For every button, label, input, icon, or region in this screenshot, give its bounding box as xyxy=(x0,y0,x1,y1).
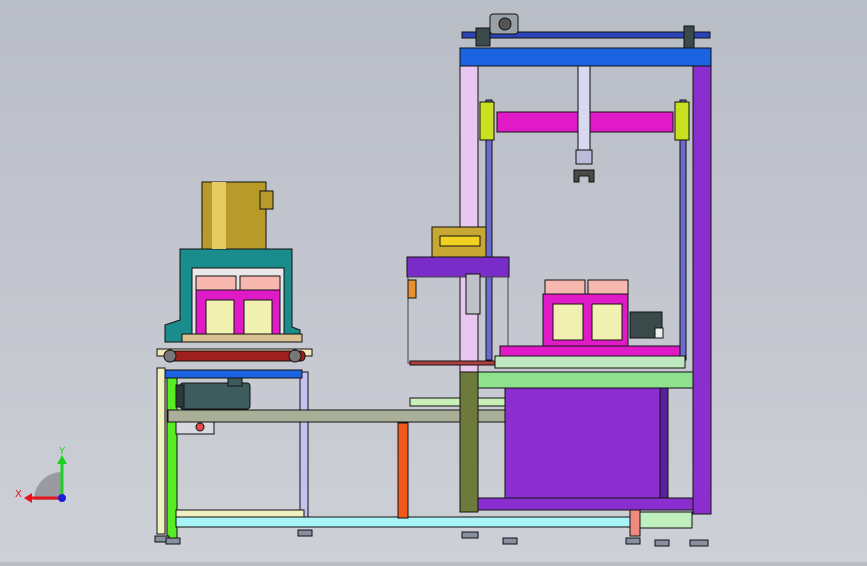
tower-top-beam xyxy=(459,47,712,67)
foot xyxy=(654,539,670,547)
conveyor-sensor-bar xyxy=(409,397,506,407)
cad-viewport[interactable]: Y X xyxy=(0,0,867,562)
foot xyxy=(165,537,181,545)
tower-motor-end xyxy=(498,17,512,31)
z-axis-dot xyxy=(58,494,66,502)
right-cell-a xyxy=(552,303,584,341)
foot xyxy=(502,537,518,545)
triad-shadow xyxy=(34,472,62,500)
left-tray-base xyxy=(181,333,303,343)
left-roller xyxy=(164,350,306,362)
right-bottom-beam xyxy=(477,497,694,511)
press-gold-band xyxy=(439,235,481,247)
left-cylinder-box xyxy=(259,190,274,210)
x-axis-label: X xyxy=(15,489,22,500)
right-green-foot xyxy=(639,511,693,529)
left-roller-end-b xyxy=(288,349,302,363)
left-control-knob xyxy=(195,422,205,432)
left-motor-box xyxy=(227,377,243,387)
right-table-top xyxy=(477,371,694,389)
right-pink-block-a xyxy=(544,279,586,295)
right-slider xyxy=(465,273,481,315)
press-purple-plate xyxy=(406,256,510,278)
axes-triad: Y X xyxy=(15,446,67,503)
left-roller-end-a xyxy=(163,349,177,363)
leveling-feet xyxy=(154,529,709,547)
left-pink-block-a xyxy=(195,275,237,291)
actuator-rod xyxy=(577,65,591,157)
left-gold-cylinder xyxy=(201,181,267,250)
right-tray-rail xyxy=(494,355,686,369)
left-rear-leg xyxy=(299,371,309,523)
left-station xyxy=(156,181,313,539)
tower-shaft-bracket-right xyxy=(683,25,695,49)
left-cell-a xyxy=(205,299,235,335)
press-frame xyxy=(407,276,509,364)
right-pink-block-b xyxy=(587,279,629,295)
left-motor-end xyxy=(175,384,185,408)
tower-right-column xyxy=(692,47,712,515)
foot xyxy=(625,537,641,545)
x-arrowhead xyxy=(24,493,32,503)
gripper xyxy=(573,169,595,183)
actuator-head xyxy=(575,149,593,165)
foot xyxy=(689,539,709,547)
gantry-side-right xyxy=(674,101,690,141)
tower-shaft-bracket-left xyxy=(475,27,491,47)
tower-olive-column xyxy=(459,371,479,513)
y-axis-label: Y xyxy=(58,446,66,457)
press-indicator xyxy=(407,279,417,299)
right-cell-b xyxy=(591,303,623,341)
left-cylinder-highlight xyxy=(212,182,226,249)
gantry-side-left xyxy=(479,101,495,141)
conveyor-orange-post xyxy=(397,422,409,519)
left-pink-block-b xyxy=(239,275,281,291)
right-sensor-lamp xyxy=(654,327,664,339)
left-cell-b xyxy=(243,299,273,335)
machine-drawing: Y X xyxy=(15,13,712,547)
left-front-leg xyxy=(156,367,166,535)
foot xyxy=(297,529,313,537)
right-table-side xyxy=(659,387,669,501)
left-blue-beam xyxy=(164,369,303,379)
left-motor-body xyxy=(179,382,251,410)
foot xyxy=(461,531,479,539)
right-tray-base xyxy=(499,345,681,357)
right-table-purple-body xyxy=(504,387,666,499)
right-tower xyxy=(406,13,712,529)
